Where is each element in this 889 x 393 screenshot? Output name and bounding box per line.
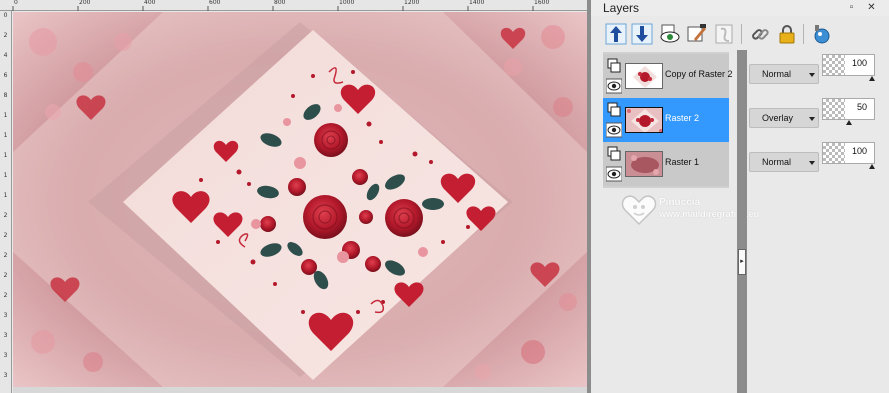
layer-options-icon[interactable] [811,23,833,45]
layer-thumbnail [625,151,663,177]
watermark: Pinuccia www.maildiregrafica.eu [619,190,759,240]
opacity-slider[interactable] [822,120,875,126]
canvas-artwork [13,12,587,387]
transparency-swatch [823,99,845,119]
image-canvas[interactable] [13,12,587,387]
heart-watermark-icon [621,195,657,226]
layer-group-icon [606,146,622,162]
ruler-tick: 0 [3,12,8,19]
horizontal-ruler: 0 200 400 600 800 1000 1200 1400 1600 [0,0,587,11]
opacity-value: 50 [856,102,867,112]
transparency-swatch [823,55,845,75]
ruler-ticks [12,6,534,11]
transparency-swatch [823,143,845,163]
ruler-tick: 3 [3,352,8,359]
ruler-tick: 4 [3,52,8,59]
layer-list: Copy of Raster 2 Raster 2 Raster 1 Pinuc… [591,50,759,393]
blend-mode-dropdown[interactable]: Overlay [749,108,819,128]
visibility-eye-icon[interactable] [606,166,622,182]
toolbar-divider [741,24,742,44]
ruler-tick: 1 [3,192,8,199]
blend-mode-dropdown[interactable]: Normal [749,152,819,172]
ruler-tick: 1 [3,132,8,139]
layer-properties-row: Normal 100 [747,52,889,96]
layer-row-raster-2[interactable]: Raster 2 [603,98,729,142]
ruler-tick: 2 [3,212,8,219]
opacity-slider-knob[interactable] [869,164,875,169]
ruler-tick: 2 [3,252,8,259]
opacity-slider[interactable] [822,164,875,170]
layer-name[interactable]: Raster 2 [665,113,699,123]
opacity-field[interactable]: 50 [822,98,875,120]
layer-thumbnail [625,63,663,89]
opacity-slider[interactable] [822,76,875,82]
layer-thumbnail [625,107,663,133]
ruler-tick: 3 [3,312,8,319]
ruler-tick: 1 [3,112,8,119]
expand-arrow-icon[interactable]: ▸ [738,249,746,275]
palette-title: Layers [603,1,640,15]
ruler-tick: 1 [3,172,8,179]
lock-transparency-icon[interactable] [776,23,798,45]
ruler-tick: 2 [3,232,8,239]
palette-header: Layers ▫ ✕ [591,0,889,16]
vertical-ruler: 0 2 4 6 8 1 1 1 1 1 2 2 2 2 2 3 3 3 3 [0,11,12,393]
layer-group-icon [606,102,622,118]
opacity-value: 100 [851,146,867,156]
layer-group-icon [606,58,622,74]
watermark-brand: Pinuccia [659,197,701,208]
visibility-eye-icon[interactable] [606,78,622,94]
opacity-value: 100 [851,58,867,68]
layer-name[interactable]: Raster 1 [665,157,699,167]
layer-name[interactable]: Copy of Raster 2 [665,69,733,79]
opacity-field[interactable]: 100 [822,142,875,164]
chevron-down-icon [809,117,815,121]
ruler-tick: 2 [3,32,8,39]
layers-toolbar [591,16,889,50]
edit-selection-icon[interactable] [686,23,708,45]
blend-mode-value: Normal [762,157,792,167]
properties-splitter[interactable]: ▸ [737,50,747,393]
ruler-tick: 3 [3,372,8,379]
layers-palette: Layers ▫ ✕ Copy of Raster 2 Raster 2 Ras… [591,0,889,393]
link-layers-icon[interactable] [749,23,771,45]
ruler-tick: 2 [3,292,8,299]
layer-properties-row: Normal 100 [747,140,889,184]
opacity-slider-knob[interactable] [845,120,852,125]
chevron-down-icon [809,73,815,77]
layer-properties-row: Overlay 50 [747,96,889,140]
close-icon[interactable]: ✕ [866,2,877,13]
edit-mask-icon[interactable] [713,23,735,45]
blend-mode-value: Normal [762,69,792,79]
layer-stack: Copy of Raster 2 Raster 2 Raster 1 [603,52,733,188]
ruler-tick: 1 [3,152,8,159]
move-layer-up-icon[interactable] [605,23,627,45]
ruler-tick: 8 [3,92,8,99]
horizontal-scrollbar[interactable] [13,387,587,393]
visibility-eye-icon[interactable] [606,122,622,138]
opacity-slider-knob[interactable] [869,76,875,81]
maximize-icon[interactable]: ▫ [846,2,857,13]
layer-visibility-icon[interactable] [659,23,681,45]
layer-row-copy-of-raster-2[interactable]: Copy of Raster 2 [603,54,733,98]
layer-row-raster-1[interactable]: Raster 1 [603,142,729,186]
toolbar-divider [803,24,804,44]
blend-mode-dropdown[interactable]: Normal [749,64,819,84]
opacity-field[interactable]: 100 [822,54,875,76]
move-layer-down-icon[interactable] [631,23,653,45]
blend-mode-value: Overlay [762,113,794,123]
ruler-tick: 3 [3,332,8,339]
chevron-down-icon [809,161,815,165]
ruler-tick: 6 [3,72,8,79]
ruler-tick: 2 [3,272,8,279]
